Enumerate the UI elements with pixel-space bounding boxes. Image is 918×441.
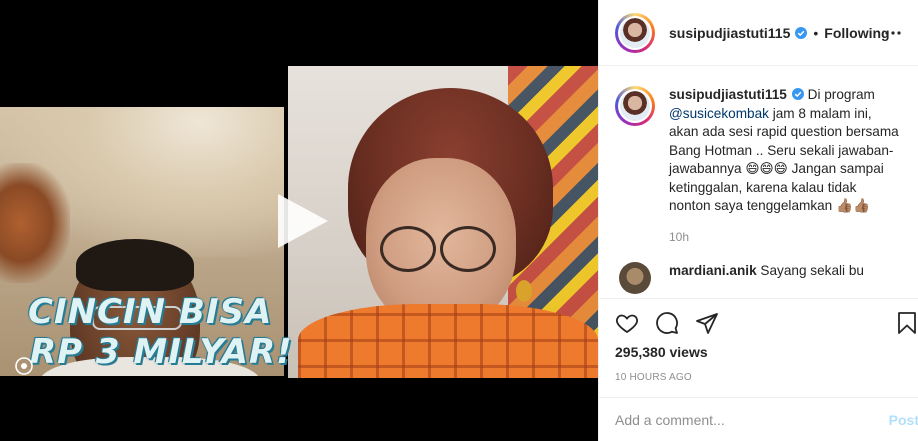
header-username[interactable]: susipudjiastuti115 xyxy=(669,25,790,41)
add-comment-bar: Post xyxy=(599,397,918,441)
comment-item: mardiani.anik Sayang sekali bu xyxy=(615,261,903,294)
caption-mention-link[interactable]: @susicekombak xyxy=(669,106,769,121)
more-dots-icon[interactable] xyxy=(884,26,902,40)
paper-plane-icon[interactable] xyxy=(695,311,719,335)
verified-badge-icon xyxy=(795,26,808,39)
comment-text: mardiani.anik Sayang sekali bu xyxy=(669,262,864,294)
person-hair xyxy=(76,239,194,291)
video-frame-right xyxy=(288,66,598,378)
comment-avatar[interactable] xyxy=(619,261,651,294)
action-bar xyxy=(599,298,918,344)
person-glasses-right xyxy=(440,226,496,272)
comment-body: Sayang sekali bu xyxy=(760,262,864,278)
overlay-line-1: CINCIN BISA xyxy=(28,292,273,332)
caption-timestamp[interactable]: 10h xyxy=(669,230,903,244)
verified-badge-icon xyxy=(791,88,804,100)
person-glasses-left xyxy=(380,226,436,272)
caption-row: susipudjiastuti115 Di program @susicekom… xyxy=(615,86,903,216)
overlay-line-2: RP 3 MILYAR! xyxy=(30,332,293,372)
post-timestamp[interactable]: 10 HOURS AGO xyxy=(615,372,692,383)
comment-username[interactable]: mardiani.anik xyxy=(669,263,757,278)
post-sidebar: susipudjiastuti115 • Following susipudji… xyxy=(598,0,918,441)
avatar[interactable] xyxy=(615,12,655,53)
caption-body-1: Di program xyxy=(803,87,875,102)
caption-avatar[interactable] xyxy=(615,86,655,126)
heart-icon[interactable] xyxy=(615,311,639,335)
video-player[interactable]: CINCIN BISA RP 3 MILYAR! xyxy=(0,0,598,441)
following-button[interactable]: Following xyxy=(824,25,889,41)
bookmark-icon[interactable] xyxy=(895,311,918,335)
caption-body-2: jam 8 malam ini, akan ada sesi rapid que… xyxy=(669,105,899,214)
person-blouse xyxy=(298,304,598,378)
post-header: susipudjiastuti115 • Following xyxy=(599,0,918,66)
caption-text: susipudjiastuti115 Di program @susicekom… xyxy=(669,86,901,216)
caption-username[interactable]: susipudjiastuti115 xyxy=(669,87,787,102)
person-earring xyxy=(516,280,532,302)
comment-bubble-icon[interactable] xyxy=(655,311,679,335)
header-separator: • xyxy=(813,24,819,41)
post-comment-button[interactable]: Post xyxy=(889,412,918,428)
video-overlay-text: CINCIN BISA RP 3 MILYAR! xyxy=(28,292,293,372)
background-lamp xyxy=(0,163,70,283)
comment-input[interactable] xyxy=(615,411,865,428)
play-icon[interactable] xyxy=(270,190,332,252)
reel-icon xyxy=(15,357,33,375)
comments-list[interactable]: susipudjiastuti115 Di program @susicekom… xyxy=(599,66,918,310)
view-count[interactable]: 295,380 views xyxy=(615,344,708,360)
